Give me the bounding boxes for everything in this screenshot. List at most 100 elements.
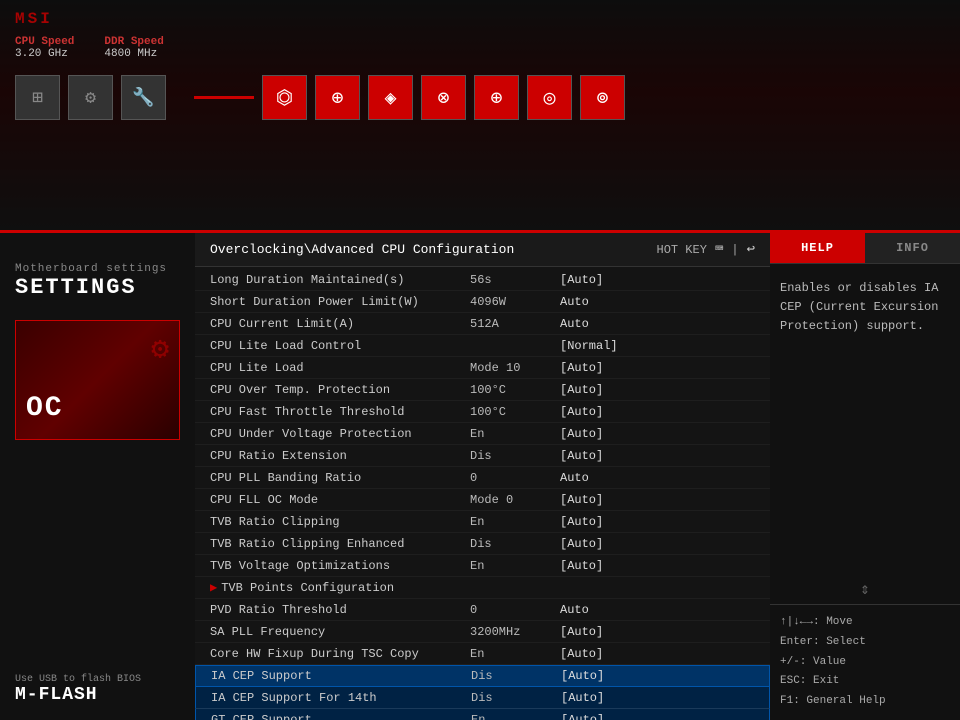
right-tabs: HELP INFO — [770, 233, 960, 264]
mflash-title: M-FLASH — [15, 685, 141, 705]
table-row[interactable]: CPU Current Limit(A)512AAuto — [195, 313, 770, 335]
table-row[interactable]: TVB Voltage OptimizationsEn[Auto] — [195, 555, 770, 577]
setting-name: CPU Over Temp. Protection — [210, 383, 470, 397]
cpu-speed-info: CPU Speed 3.20 GHz — [15, 36, 74, 60]
table-row[interactable]: ▶TVB Points Configuration — [195, 577, 770, 599]
setting-name: Long Duration Maintained(s) — [210, 273, 470, 287]
setting-value: Dis — [471, 691, 561, 705]
setting-name: CPU Fast Throttle Threshold — [210, 405, 470, 419]
settings-sublabel: Motherboard settings — [15, 263, 167, 275]
setting-value: 0 — [470, 471, 560, 485]
right-panel: HELP INFO Enables or disables IA CEP (Cu… — [770, 233, 960, 720]
table-row[interactable]: CPU FLL OC ModeMode 0[Auto] — [195, 489, 770, 511]
table-row[interactable]: GT CEP SupportEn[Auto] — [195, 709, 770, 720]
help-text: Enables or disables IA CEP (Current Excu… — [780, 279, 950, 337]
table-row[interactable]: Short Duration Power Limit(W)4096WAuto — [195, 291, 770, 313]
table-row[interactable]: TVB Ratio ClippingEn[Auto] — [195, 511, 770, 533]
top-icon-red-1[interactable]: ⏣ — [262, 75, 307, 120]
top-icon-red-4[interactable]: ⊗ — [421, 75, 466, 120]
table-row[interactable]: CPU Over Temp. Protection100°C[Auto] — [195, 379, 770, 401]
tab-info[interactable]: INFO — [865, 233, 960, 263]
sidebar: Motherboard settings SETTINGS ⚙ OC Use U… — [0, 233, 195, 720]
top-icon-red-3[interactable]: ◈ — [368, 75, 413, 120]
setting-name: IA CEP Support — [211, 669, 471, 683]
setting-option: [Auto] — [560, 625, 755, 639]
expand-icon: ▶ — [210, 581, 217, 595]
settings-title: SETTINGS — [15, 275, 167, 300]
setting-value: En — [470, 559, 560, 573]
setting-name: ▶TVB Points Configuration — [210, 580, 470, 595]
table-row[interactable]: CPU Lite Load Control[Normal] — [195, 335, 770, 357]
ddr-speed-label: DDR Speed — [104, 36, 163, 48]
setting-option: [Auto] — [560, 493, 755, 507]
setting-name: TVB Ratio Clipping Enhanced — [210, 537, 470, 551]
setting-value: 512A — [470, 317, 560, 331]
mflash-sublabel: Use USB to flash BIOS — [15, 674, 141, 685]
setting-option: [Auto] — [560, 449, 755, 463]
setting-option: [Auto] — [560, 559, 755, 573]
key-hint: +/-: Value — [780, 653, 950, 673]
hotkey-label: HOT KEY — [657, 243, 707, 257]
top-icon-1[interactable]: ⊞ — [15, 75, 60, 120]
breadcrumb-bar: Overclocking\Advanced CPU Configuration … — [195, 233, 770, 267]
cpu-speed-label: CPU Speed — [15, 36, 74, 48]
ddr-speed-info: DDR Speed 4800 MHz — [104, 36, 163, 60]
breadcrumb: Overclocking\Advanced CPU Configuration — [210, 242, 514, 257]
setting-option: [Auto] — [560, 383, 755, 397]
top-section: MSI CPU Speed 3.20 GHz DDR Speed 4800 MH… — [0, 0, 960, 230]
setting-value: Dis — [471, 669, 561, 683]
setting-name: TVB Voltage Optimizations — [210, 559, 470, 573]
table-row[interactable]: IA CEP Support For 14thDis[Auto] — [195, 687, 770, 709]
keyboard-icon: ⌨ — [715, 241, 723, 258]
setting-option: [Auto] — [560, 405, 755, 419]
table-row[interactable]: CPU Under Voltage ProtectionEn[Auto] — [195, 423, 770, 445]
table-row[interactable]: Long Duration Maintained(s)56s[Auto] — [195, 269, 770, 291]
top-icon-2[interactable]: ⚙ — [68, 75, 113, 120]
top-icon-red-2[interactable]: ⊕ — [315, 75, 360, 120]
top-icons-row: ⊞ ⚙ 🔧 ⏣ ⊕ ◈ ⊗ ⊕ ◎ ⊚ — [15, 75, 945, 120]
table-row[interactable]: SA PLL Frequency3200MHz[Auto] — [195, 621, 770, 643]
key-hint: Enter: Select — [780, 633, 950, 653]
sidebar-settings-section: Motherboard settings SETTINGS — [15, 263, 167, 300]
setting-option: [Auto] — [560, 537, 755, 551]
oc-label: OC — [26, 393, 64, 424]
key-hint: F1: General Help — [780, 692, 950, 712]
setting-value: 100°C — [470, 383, 560, 397]
setting-name: IA CEP Support For 14th — [211, 691, 471, 705]
setting-value: 56s — [470, 273, 560, 287]
sidebar-mflash[interactable]: Use USB to flash BIOS M-FLASH — [15, 674, 141, 705]
table-row[interactable]: CPU PLL Banding Ratio0Auto — [195, 467, 770, 489]
setting-value: En — [470, 515, 560, 529]
setting-value: En — [471, 713, 561, 720]
setting-value: 100°C — [470, 405, 560, 419]
table-row[interactable]: CPU Lite LoadMode 10[Auto] — [195, 357, 770, 379]
setting-option: [Auto] — [561, 669, 754, 683]
setting-option: [Auto] — [561, 713, 754, 720]
setting-name: SA PLL Frequency — [210, 625, 470, 639]
table-row[interactable]: Core HW Fixup During TSC CopyEn[Auto] — [195, 643, 770, 665]
setting-option: Auto — [560, 317, 755, 331]
setting-name: GT CEP Support — [211, 713, 471, 720]
setting-option: Auto — [560, 471, 755, 485]
setting-option: [Normal] — [560, 339, 755, 353]
top-icon-red-6[interactable]: ◎ — [527, 75, 572, 120]
setting-name: PVD Ratio Threshold — [210, 603, 470, 617]
hotkey-area: HOT KEY ⌨ | ↩ — [657, 241, 756, 258]
table-row[interactable]: PVD Ratio Threshold0Auto — [195, 599, 770, 621]
table-row[interactable]: TVB Ratio Clipping EnhancedDis[Auto] — [195, 533, 770, 555]
sidebar-oc-section[interactable]: ⚙ OC — [15, 320, 180, 440]
table-row[interactable]: CPU Ratio ExtensionDis[Auto] — [195, 445, 770, 467]
top-info-row: CPU Speed 3.20 GHz DDR Speed 4800 MHz — [15, 36, 945, 60]
setting-value: Dis — [470, 537, 560, 551]
setting-option: [Auto] — [560, 515, 755, 529]
top-icon-red-7[interactable]: ⊚ — [580, 75, 625, 120]
settings-table: Long Duration Maintained(s)56s[Auto]Shor… — [195, 267, 770, 720]
top-icon-3[interactable]: 🔧 — [121, 75, 166, 120]
table-row[interactable]: CPU Fast Throttle Threshold100°C[Auto] — [195, 401, 770, 423]
back-button[interactable]: ↩ — [747, 241, 755, 258]
table-row[interactable]: IA CEP SupportDis[Auto] — [195, 665, 770, 687]
top-icon-red-5[interactable]: ⊕ — [474, 75, 519, 120]
setting-value: 0 — [470, 603, 560, 617]
tab-help[interactable]: HELP — [770, 233, 865, 263]
top-divider — [194, 96, 254, 99]
